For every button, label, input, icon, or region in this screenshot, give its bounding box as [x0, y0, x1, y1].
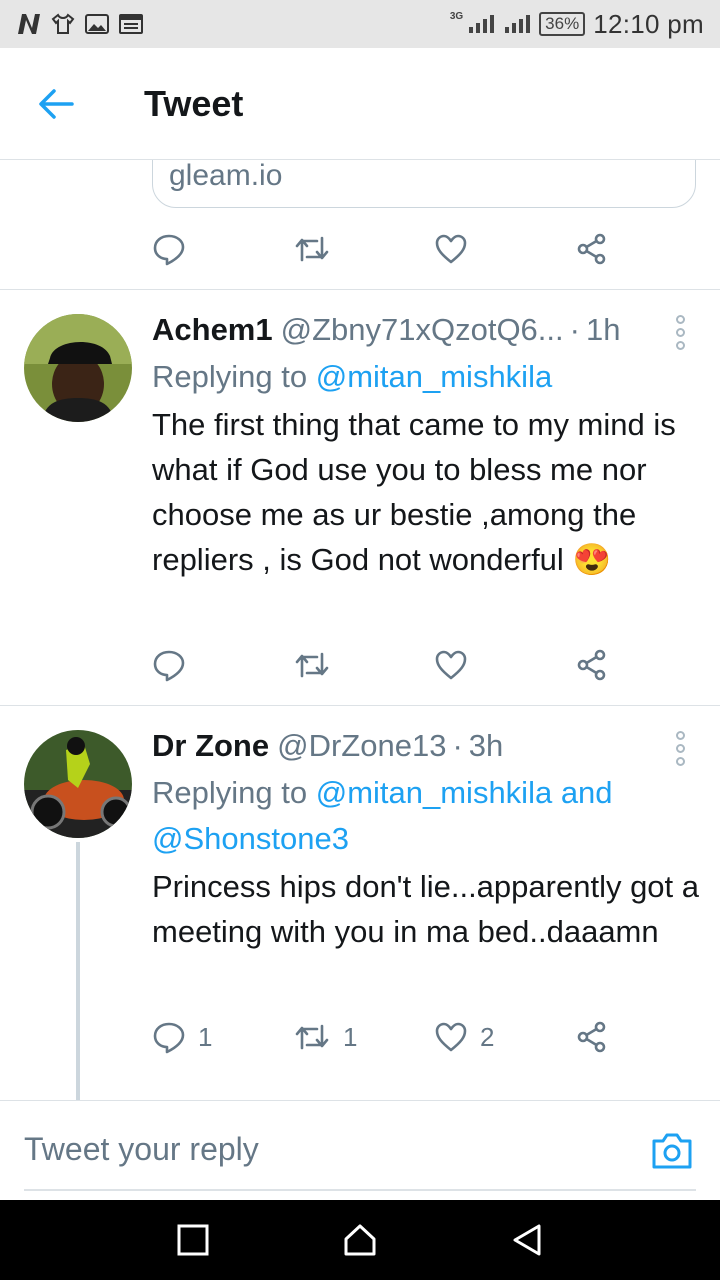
- recents-button[interactable]: [173, 1220, 213, 1260]
- mention-link-2[interactable]: @Shonstone3: [152, 821, 349, 856]
- retweet-button[interactable]: [293, 232, 434, 266]
- mention-link[interactable]: @mitan_mishkila: [316, 359, 552, 394]
- battery-indicator: 36%: [539, 12, 586, 36]
- tweet-text: The first thing that came to my mind is …: [152, 402, 700, 582]
- app-header: Tweet: [0, 48, 720, 160]
- retweet-count: 1: [343, 1021, 358, 1052]
- avatar[interactable]: [24, 730, 132, 838]
- user-handle[interactable]: @DrZone13: [277, 728, 446, 764]
- user-handle[interactable]: @Zbny71xQzotQ6...: [281, 312, 564, 348]
- link-card[interactable]: gleam.io: [152, 160, 696, 208]
- thread-connector: [76, 842, 80, 1100]
- status-bar: 3G 36% 12:10 pm: [0, 0, 720, 48]
- replying-prefix: Replying to: [152, 359, 316, 394]
- replying-to: Replying to @mitan_mishkila: [152, 354, 692, 400]
- share-button[interactable]: [575, 1020, 609, 1054]
- home-button[interactable]: [340, 1220, 380, 1260]
- share-icon: [577, 649, 606, 681]
- square-icon: [177, 1224, 209, 1256]
- separator-dot: ·: [452, 728, 463, 763]
- reply-composer: Tweet your reply: [0, 1100, 720, 1200]
- separator-dot: ·: [569, 312, 580, 347]
- reply-button[interactable]: [152, 648, 293, 682]
- tweet-text: Princess hips don't lie...apparently got…: [152, 869, 700, 949]
- tweet-header: Achem1 @Zbny71xQzotQ6... · 1h: [152, 312, 620, 352]
- reply-count: 1: [198, 1021, 213, 1052]
- replying-to: Replying to @mitan_mishkila and @Shonsto…: [152, 770, 692, 862]
- heart-icon: [435, 650, 467, 680]
- signal-icon: [469, 15, 495, 33]
- back-button[interactable]: [0, 48, 112, 160]
- network-type: 3G: [449, 10, 464, 22]
- tweet-actions: [152, 224, 632, 274]
- more-options-button[interactable]: [668, 728, 692, 768]
- like-button[interactable]: [434, 233, 575, 265]
- retweet-button[interactable]: [293, 648, 434, 682]
- like-button[interactable]: 2: [434, 1021, 575, 1053]
- camera-icon: [652, 1133, 692, 1169]
- reply-icon: [153, 650, 185, 682]
- triangle-back-icon: [513, 1224, 541, 1256]
- notification-n-icon: [16, 11, 42, 37]
- reply-button[interactable]: 1: [152, 1020, 293, 1054]
- share-button[interactable]: [575, 648, 609, 682]
- share-icon: [577, 1021, 606, 1053]
- tweet-actions: 1 1 2: [152, 1012, 632, 1062]
- link-card-domain: gleam.io: [169, 160, 283, 192]
- reply-icon: [153, 1022, 185, 1054]
- page-title: Tweet: [144, 82, 244, 124]
- image-icon: [84, 11, 110, 37]
- input-underline: [24, 1189, 696, 1191]
- clock: 12:10 pm: [593, 8, 704, 39]
- retweet-icon: [295, 1024, 329, 1050]
- home-icon: [344, 1224, 376, 1256]
- like-button[interactable]: [434, 649, 575, 681]
- camera-button[interactable]: [650, 1131, 694, 1175]
- tweet-actions: [152, 640, 632, 690]
- share-button[interactable]: [575, 232, 609, 266]
- retweet-icon: [295, 236, 329, 262]
- system-nav-bar: [0, 1200, 720, 1280]
- tweet-header: Dr Zone @DrZone13 · 3h: [152, 728, 503, 768]
- like-count: 2: [480, 1021, 495, 1052]
- more-options-button[interactable]: [668, 312, 692, 352]
- heart-eyes-emoji: 😍: [572, 542, 612, 577]
- tshirt-icon: [50, 11, 76, 37]
- signal-icon-2: [505, 15, 531, 33]
- retweet-icon: [295, 652, 329, 678]
- share-icon: [577, 233, 606, 265]
- reply-icon: [153, 234, 185, 266]
- reply-input[interactable]: Tweet your reply: [24, 1131, 259, 1168]
- heart-icon: [435, 1022, 467, 1052]
- calendar-icon: [118, 11, 144, 37]
- display-name[interactable]: Achem1: [152, 312, 273, 348]
- mention-link[interactable]: @mitan_mishkila and: [316, 775, 613, 810]
- back-nav-button[interactable]: [507, 1220, 547, 1260]
- reply-tweet[interactable]: Achem1 @Zbny71xQzotQ6... · 1h Replying t…: [0, 290, 720, 705]
- back-arrow-icon: [39, 88, 74, 119]
- tweet-time: 3h: [468, 728, 504, 763]
- conversation-list[interactable]: gleam.io Achem1 @Zbny71xQzotQ6... · 1h R…: [0, 160, 720, 1100]
- tweet-time: 1h: [585, 312, 621, 347]
- retweet-button[interactable]: 1: [293, 1020, 434, 1054]
- reply-button[interactable]: [152, 232, 293, 266]
- heart-icon: [435, 234, 467, 264]
- replying-prefix: Replying to: [152, 775, 316, 810]
- reply-tweet[interactable]: Dr Zone @DrZone13 · 3h Replying to @mita…: [0, 706, 720, 1100]
- display-name[interactable]: Dr Zone: [152, 728, 269, 764]
- avatar[interactable]: [24, 314, 132, 422]
